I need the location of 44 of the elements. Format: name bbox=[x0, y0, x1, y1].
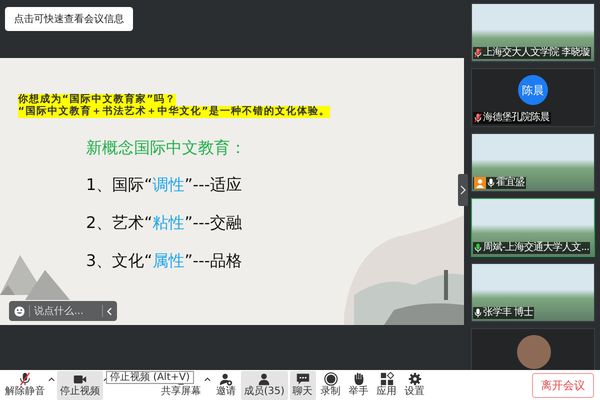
participant-name: 海德堡孔院陈晨 bbox=[483, 112, 550, 124]
mic-button[interactable]: 解除静音 bbox=[2, 370, 48, 400]
leave-meeting-button[interactable]: 离开会议 bbox=[532, 372, 594, 398]
record-icon bbox=[324, 372, 338, 386]
slide-point: 1、国际“调性”---适应 bbox=[86, 175, 244, 196]
info-tooltip: 点击可快速查看会议信息 bbox=[5, 7, 133, 31]
members-button[interactable]: 成员(35) bbox=[241, 370, 288, 400]
record-button[interactable]: 录制 bbox=[318, 370, 344, 400]
chat-field[interactable]: 说点什么... bbox=[9, 301, 117, 321]
participant-name: 上海交大人文学院 李晓璇 bbox=[483, 47, 590, 59]
settings-button[interactable]: 设置 bbox=[402, 370, 428, 400]
avatar-circle: 陈晨 bbox=[518, 75, 548, 105]
participant-name: 周斌-上海交通大学人文... bbox=[483, 242, 590, 254]
slide-question: “国际中文教育＋书法艺术＋中华文化”是一种不错的文化体验。 bbox=[18, 106, 330, 118]
emoji-icon[interactable] bbox=[14, 306, 25, 316]
participant-name: 张学丰 博士 bbox=[483, 307, 534, 319]
slide-point: 2、艺术“粘性”---交融 bbox=[86, 213, 244, 234]
participant-tile[interactable]: 周斌-上海交通大学人文... bbox=[471, 198, 595, 257]
person-icon bbox=[257, 372, 272, 386]
chat-input[interactable]: 说点什么... bbox=[34, 306, 98, 316]
participant-tile[interactable]: 上海交大人文学院 李晓璇 bbox=[471, 3, 595, 62]
chat-button[interactable]: 聊天 bbox=[290, 370, 316, 400]
hand-icon bbox=[352, 372, 366, 386]
apps-button[interactable]: 应用 bbox=[374, 370, 400, 400]
photo-placeholder bbox=[517, 335, 551, 369]
video-button[interactable]: 停止视频 bbox=[57, 370, 103, 400]
caret-icon[interactable] bbox=[204, 376, 211, 382]
chat-bubble-icon bbox=[296, 372, 310, 386]
slide-point: 3、文化“属性”---品格 bbox=[86, 251, 244, 272]
caret-icon[interactable] bbox=[48, 376, 55, 382]
participant-tile[interactable] bbox=[471, 328, 595, 370]
slide-question: 你想成为“国际中文教育家”吗？ bbox=[18, 94, 176, 106]
participant-tile[interactable]: 陈晨 海德堡孔院陈晨 bbox=[471, 68, 595, 127]
participant-tile[interactable]: 张学丰 博士 bbox=[471, 263, 595, 322]
apps-grid-icon bbox=[380, 372, 394, 386]
participant-tile[interactable]: 霍宜盛 bbox=[471, 133, 595, 192]
participant-name: 霍宜盛 bbox=[496, 177, 524, 189]
video-tooltip: 停止视频 (Alt+V) bbox=[106, 371, 194, 384]
slide-heading: 新概念国际中文教育： bbox=[86, 138, 247, 159]
hand-button[interactable]: 举手 bbox=[346, 370, 372, 400]
chevron-left-icon[interactable] bbox=[107, 306, 112, 316]
person-icon bbox=[474, 177, 486, 189]
expand-handle[interactable] bbox=[458, 174, 468, 206]
invite-button[interactable]: 邀请 bbox=[213, 370, 239, 400]
